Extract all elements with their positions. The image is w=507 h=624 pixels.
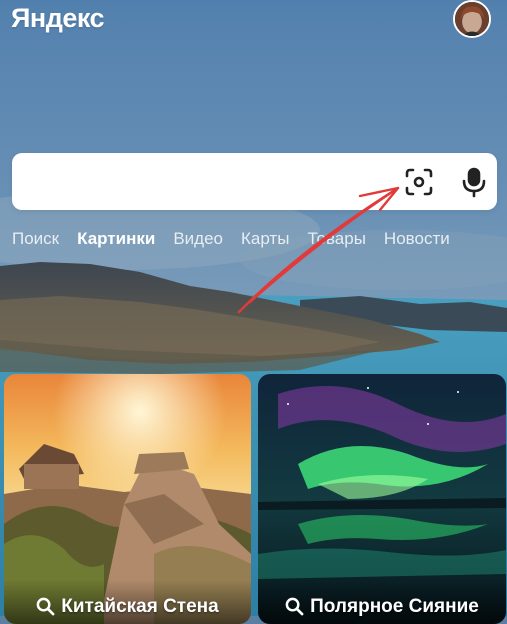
card-aurora[interactable]: Полярное Сияние: [258, 374, 506, 624]
tab-maps[interactable]: Карты: [241, 229, 289, 248]
card-title: Китайская Стена: [61, 596, 219, 617]
search-tabs: Поиск Картинки Видео Карты Товары Новости: [12, 229, 468, 251]
microphone-icon[interactable]: [457, 165, 491, 199]
search-bar: [12, 153, 497, 210]
tab-products[interactable]: Товары: [307, 229, 365, 248]
search-icon: [36, 597, 55, 616]
tab-news[interactable]: Новости: [384, 229, 450, 248]
tab-video[interactable]: Видео: [173, 229, 223, 248]
tab-search[interactable]: Поиск: [12, 229, 59, 248]
card-title: Полярное Сияние: [310, 596, 479, 617]
image-search-lens-icon[interactable]: [402, 165, 436, 199]
search-input[interactable]: [26, 163, 400, 201]
card-great-wall[interactable]: Китайская Стена: [4, 374, 251, 624]
tab-images[interactable]: Картинки: [77, 229, 155, 248]
search-icon: [285, 597, 304, 616]
user-avatar[interactable]: [453, 0, 491, 38]
card-caption: Полярное Сияние: [258, 580, 506, 624]
card-caption: Китайская Стена: [4, 580, 251, 624]
yandex-logo[interactable]: Яндекс: [11, 3, 105, 34]
avatar-image: [455, 2, 489, 36]
